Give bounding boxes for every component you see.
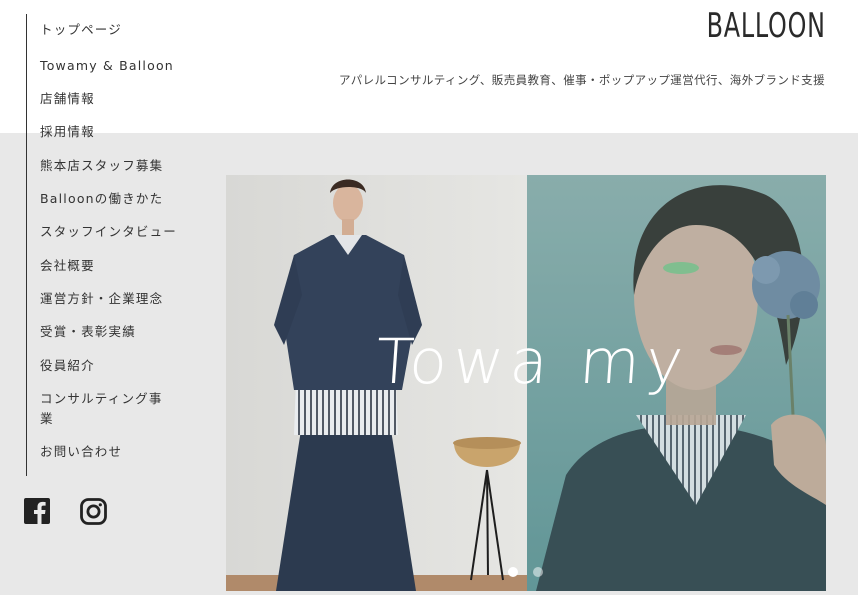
nav-item-staff-interview[interactable]: スタッフインタビュー xyxy=(40,222,190,242)
site-tagline: アパレルコンサルティング、販売員教育、催事・ポップアップ運営代行、海外ブランド支… xyxy=(339,73,825,87)
brand-logo[interactable]: BALLOON xyxy=(707,6,826,46)
nav-item-consulting[interactable]: コンサルティング事業 xyxy=(40,389,170,429)
nav-item-how-to-work[interactable]: Balloonの働きかた xyxy=(40,189,190,209)
hero-title: Towa my xyxy=(373,325,692,398)
nav-item-awards[interactable]: 受賞・表彰実績 xyxy=(40,322,190,342)
slide-indicator-2[interactable] xyxy=(533,567,543,577)
facebook-icon[interactable] xyxy=(24,498,50,528)
slide-indicator-1[interactable] xyxy=(508,567,518,577)
nav-item-policy[interactable]: 運営方針・企業理念 xyxy=(40,289,190,309)
nav-item-towamy-balloon[interactable]: Towamy & Balloon xyxy=(40,56,190,76)
nav-item-recruit[interactable]: 採用情報 xyxy=(40,122,190,142)
nav-item-executives[interactable]: 役員紹介 xyxy=(40,356,190,376)
nav-item-contact[interactable]: お問い合わせ xyxy=(40,442,190,462)
nav-item-company-profile[interactable]: 会社概要 xyxy=(40,256,190,276)
sidebar-nav: トップページ Towamy & Balloon 店舗情報 採用情報 熊本店スタッ… xyxy=(26,14,196,476)
nav-item-store-info[interactable]: 店舗情報 xyxy=(40,89,190,109)
nav-item-kumamoto-staff[interactable]: 熊本店スタッフ募集 xyxy=(40,156,190,176)
hero-slider[interactable]: Towa my xyxy=(226,175,826,591)
nav-item-top-page[interactable]: トップページ xyxy=(40,20,190,40)
instagram-icon[interactable] xyxy=(80,498,107,529)
